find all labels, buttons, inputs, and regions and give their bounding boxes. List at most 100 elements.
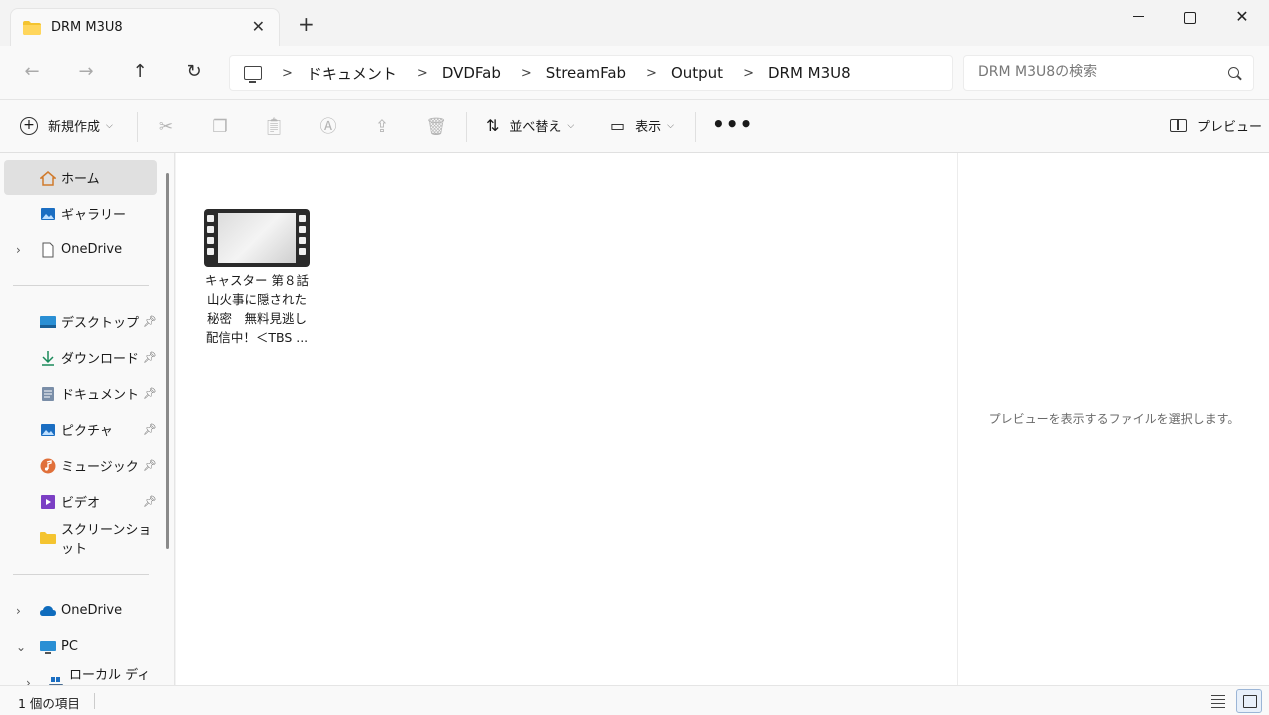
sidebar-item-desktop[interactable]: デスクトップ 📌︎ [4, 304, 157, 339]
copy-icon[interactable]: ❐ [209, 116, 231, 138]
chevron-right-icon[interactable]: › [16, 243, 21, 257]
chevron-down-icon: ⌵ [106, 120, 113, 131]
sidebar-divider [13, 574, 149, 575]
video-file-icon[interactable] [204, 209, 310, 267]
breadcrumb-streamfab[interactable]: StreamFab [546, 64, 626, 82]
file-name-line: 秘密 無料見逃し [206, 311, 307, 326]
sidebar-scrollbar[interactable] [166, 173, 169, 549]
sidebar-item-downloads[interactable]: ダウンロード 📌︎ [4, 340, 157, 375]
breadcrumb-drm-m3u8[interactable]: DRM M3U8 [768, 64, 851, 82]
view-icon: ▭ [610, 116, 626, 135]
refresh-icon[interactable]: ↻ [181, 60, 207, 86]
view-label: 表示 [635, 120, 662, 135]
maximize-button[interactable] [1174, 8, 1204, 28]
sidebar-item-gallery[interactable]: ギャラリー [4, 196, 157, 231]
title-bar: DRM M3U8 ✕ + ✕ [0, 0, 1269, 46]
new-button[interactable]: + 新規作成 ⌵ [20, 116, 113, 135]
view-button[interactable]: ▭ 表示 ⌵ [610, 116, 674, 135]
file-name-line: キャスター 第８話 [205, 273, 309, 288]
share-icon[interactable]: ⇪ [371, 116, 393, 138]
sidebar-item-label: OneDrive [61, 603, 123, 618]
documents-icon [42, 386, 54, 401]
tab-title: DRM M3U8 [51, 20, 123, 35]
delete-icon[interactable]: 🗑︎ [425, 116, 447, 138]
breadcrumb-separator[interactable]: > [646, 66, 657, 81]
status-bar: 1 個の項目 [0, 685, 1269, 715]
rename-icon[interactable]: Ⓐ [317, 116, 339, 138]
preview-message: プレビューを表示するファイルを選択します。 [988, 412, 1240, 426]
film-strip-right [299, 215, 307, 255]
sort-button[interactable]: ⇅ 並べ替え ⌵ [486, 116, 574, 135]
search-icon[interactable] [1228, 67, 1239, 78]
breadcrumb[interactable]: > ドキュメント > DVDFab > StreamFab > Output >… [229, 55, 953, 91]
close-button[interactable]: ✕ [1227, 8, 1257, 28]
sidebar-item-pc[interactable]: ⌄ PC [4, 629, 157, 664]
pin-icon[interactable]: 📌︎ [143, 423, 157, 436]
file-item[interactable]: キャスター 第８話 山火事に隠された 秘密 無料見逃し 配信中！＜TBS ... [202, 209, 312, 347]
tiles-view-icon[interactable] [1236, 689, 1262, 713]
breadcrumb-separator[interactable]: > [743, 66, 754, 81]
search-input[interactable] [978, 64, 1218, 80]
breadcrumb-documents[interactable]: ドキュメント [307, 63, 397, 84]
new-tab-button[interactable]: + [298, 14, 315, 34]
drive-icon [49, 676, 63, 685]
pin-icon[interactable]: 📌︎ [143, 351, 157, 364]
pin-icon[interactable]: 📌︎ [143, 387, 157, 400]
pin-icon[interactable]: 📌︎ [143, 459, 157, 472]
file-name[interactable]: キャスター 第８話 山火事に隠された 秘密 無料見逃し 配信中！＜TBS ... [202, 271, 312, 347]
cut-icon[interactable]: ✂ [155, 116, 177, 138]
sidebar-item-pictures[interactable]: ピクチャ 📌︎ [4, 412, 157, 447]
sidebar-item-onedrive[interactable]: › OneDrive [4, 232, 157, 267]
breadcrumb-separator[interactable]: > [417, 66, 428, 81]
chevron-down-icon: ⌵ [667, 120, 674, 131]
breadcrumb-output[interactable]: Output [671, 64, 723, 82]
sidebar-item-label: ドキュメント [61, 388, 140, 403]
sidebar-item-label: ピクチャ [61, 424, 113, 439]
breadcrumb-separator[interactable]: > [282, 66, 293, 81]
chevron-right-icon[interactable]: › [26, 676, 31, 686]
pin-icon[interactable]: 📌︎ [143, 495, 157, 508]
video-thumbnail [218, 213, 296, 263]
file-name-line: 山火事に隠された [206, 292, 307, 307]
preview-pane-icon [1170, 119, 1187, 132]
search-box[interactable] [963, 55, 1254, 91]
sidebar-item-label: OneDrive [61, 242, 123, 257]
sidebar-item-music[interactable]: ミュージック 📌︎ [4, 448, 157, 483]
sidebar-item-screenshots[interactable]: スクリーンショット [4, 520, 157, 557]
more-options-button[interactable]: ••• [712, 112, 753, 136]
chevron-down-icon[interactable]: ⌄ [16, 640, 26, 654]
sidebar-item-home[interactable]: ホーム [4, 160, 157, 195]
toolbar-divider [466, 112, 467, 142]
sidebar-item-documents[interactable]: ドキュメント 📌︎ [4, 376, 157, 411]
pin-icon[interactable]: 📌︎ [143, 315, 157, 328]
tab-drm-m3u8[interactable]: DRM M3U8 ✕ [10, 8, 280, 46]
breadcrumb-separator[interactable]: > [521, 66, 532, 81]
minimize-button[interactable] [1124, 8, 1154, 28]
sidebar-item-videos[interactable]: ビデオ 📌︎ [4, 484, 157, 519]
file-name-line: 配信中！＜TBS ... [205, 330, 309, 345]
new-label: 新規作成 [48, 120, 101, 135]
paste-icon[interactable]: 📋︎ [263, 116, 285, 138]
up-arrow-icon[interactable]: ↑ [127, 60, 153, 86]
sidebar-item-label: ダウンロード [61, 352, 140, 367]
back-arrow-icon[interactable]: ← [19, 60, 45, 86]
forward-arrow-icon[interactable]: → [73, 60, 99, 86]
sidebar-item-local-disk[interactable]: › ローカル ディスク [4, 665, 157, 685]
sidebar-item-label: ホーム [61, 172, 100, 187]
sidebar-item-onedrive-cloud[interactable]: › OneDrive [4, 593, 157, 628]
breadcrumb-dvdfab[interactable]: DVDFab [442, 64, 501, 82]
sidebar-item-label: ギャラリー [61, 208, 127, 223]
file-view[interactable]: キャスター 第８話 山火事に隠された 秘密 無料見逃し 配信中！＜TBS ... [176, 153, 957, 685]
sidebar-item-label: デスクトップ [61, 316, 140, 331]
preview-pane-button[interactable]: プレビュー [1170, 116, 1262, 135]
desktop-icon [40, 315, 56, 328]
tab-close-icon[interactable]: ✕ [252, 17, 265, 36]
pictures-icon [41, 423, 55, 436]
chevron-right-icon[interactable]: › [16, 604, 21, 618]
sidebar-item-label: ローカル ディスク [69, 667, 151, 683]
details-view-icon[interactable] [1209, 692, 1227, 710]
pc-icon[interactable] [244, 66, 262, 83]
sidebar-item-label: ビデオ [61, 496, 101, 511]
sort-icon: ⇅ [486, 116, 500, 135]
gallery-icon [41, 207, 55, 220]
